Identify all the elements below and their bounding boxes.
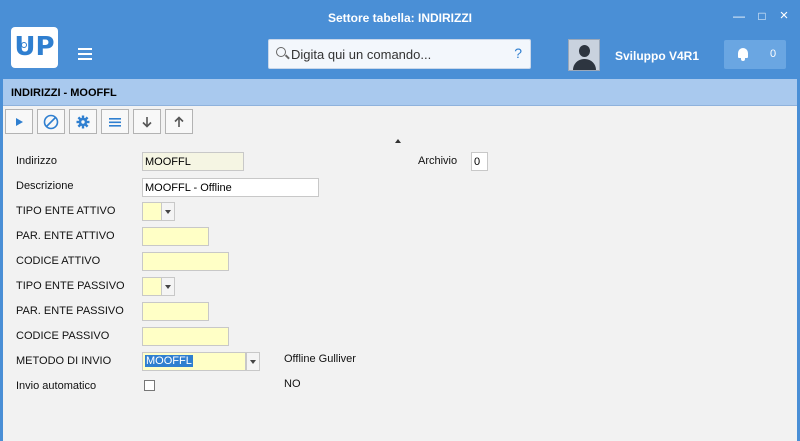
move-down-button[interactable] <box>133 109 161 134</box>
app-header: UP ? Sviluppo V4R1 0 <box>0 27 800 76</box>
tipo-ente-passivo-field[interactable] <box>142 277 162 296</box>
list-icon <box>109 118 121 127</box>
logo-dot-icon <box>21 42 27 48</box>
minimize-icon[interactable]: — <box>731 8 747 24</box>
avatar[interactable] <box>568 39 600 71</box>
tipo-ente-passivo-label: TIPO ENTE PASSIVO <box>16 280 125 292</box>
help-icon[interactable]: ? <box>514 45 522 61</box>
panel-title: INDIRIZZI - MOOFFL <box>11 87 117 99</box>
move-up-button[interactable] <box>165 109 193 134</box>
metodo-invio-dropdown-icon[interactable] <box>246 352 260 371</box>
title-bar: Settore tabella: INDIRIZZI — □ × <box>0 0 800 36</box>
user-name[interactable]: Sviluppo V4R1 <box>615 49 699 63</box>
metodo-invio-field[interactable]: MOOFFL <box>142 352 246 371</box>
metodo-invio-label: METODO DI INVIO <box>16 355 112 367</box>
par-ente-attivo-label: PAR. ENTE ATTIVO <box>16 230 115 242</box>
descrizione-label: Descrizione <box>16 180 74 192</box>
archivio-label: Archivio <box>418 155 458 167</box>
app-logo[interactable]: UP <box>11 27 58 68</box>
indirizzo-field[interactable] <box>142 152 244 171</box>
notifications-button[interactable]: 0 <box>724 40 786 69</box>
search-icon <box>276 47 286 57</box>
logo-text: UP <box>14 32 55 62</box>
tipo-ente-attivo-label: TIPO ENTE ATTIVO <box>16 205 116 217</box>
arrow-up-icon <box>174 116 184 127</box>
panel-title-bar: INDIRIZZI - MOOFFL <box>3 79 797 106</box>
command-box[interactable]: ? <box>268 39 531 69</box>
metodo-invio-description: Offline Gulliver <box>284 353 356 365</box>
par-ente-attivo-field[interactable] <box>142 227 209 246</box>
cancel-button[interactable] <box>37 109 65 134</box>
codice-attivo-label: CODICE ATTIVO <box>16 255 101 267</box>
notifications-count: 0 <box>770 48 777 60</box>
list-button[interactable] <box>101 109 129 134</box>
descrizione-field[interactable] <box>142 178 319 197</box>
invio-automatico-checkbox[interactable] <box>144 380 155 391</box>
metodo-invio-value: MOOFFL <box>145 355 193 367</box>
bell-icon <box>738 48 748 61</box>
par-ente-passivo-field[interactable] <box>142 302 209 321</box>
settings-button[interactable] <box>69 109 97 134</box>
codice-attivo-field[interactable] <box>142 252 229 271</box>
play-button[interactable] <box>5 109 33 134</box>
content-panel: INDIRIZZI - MOOFFL Indirizzo Archivio De… <box>3 79 797 441</box>
close-icon[interactable]: × <box>776 8 792 24</box>
archivio-field[interactable] <box>471 152 488 171</box>
play-icon <box>16 118 23 126</box>
indirizzo-label: Indirizzo <box>16 155 57 167</box>
tipo-ente-passivo-dropdown-icon[interactable] <box>161 277 175 296</box>
invio-automatico-label: Invio automatico <box>16 380 97 392</box>
invio-automatico-description: NO <box>284 378 301 390</box>
menu-icon[interactable] <box>78 48 92 60</box>
tipo-ente-attivo-field[interactable] <box>142 202 162 221</box>
cancel-icon <box>43 114 59 130</box>
gear-icon <box>76 115 90 129</box>
tipo-ente-attivo-dropdown-icon[interactable] <box>161 202 175 221</box>
collapse-arrow-icon[interactable] <box>395 139 401 143</box>
window-title: Settore tabella: INDIRIZZI <box>327 11 473 25</box>
maximize-icon[interactable]: □ <box>754 8 770 24</box>
codice-passivo-label: CODICE PASSIVO <box>16 330 110 342</box>
command-input[interactable] <box>291 46 501 62</box>
par-ente-passivo-label: PAR. ENTE PASSIVO <box>16 305 124 317</box>
codice-passivo-field[interactable] <box>142 327 229 346</box>
arrow-down-icon <box>142 117 152 128</box>
